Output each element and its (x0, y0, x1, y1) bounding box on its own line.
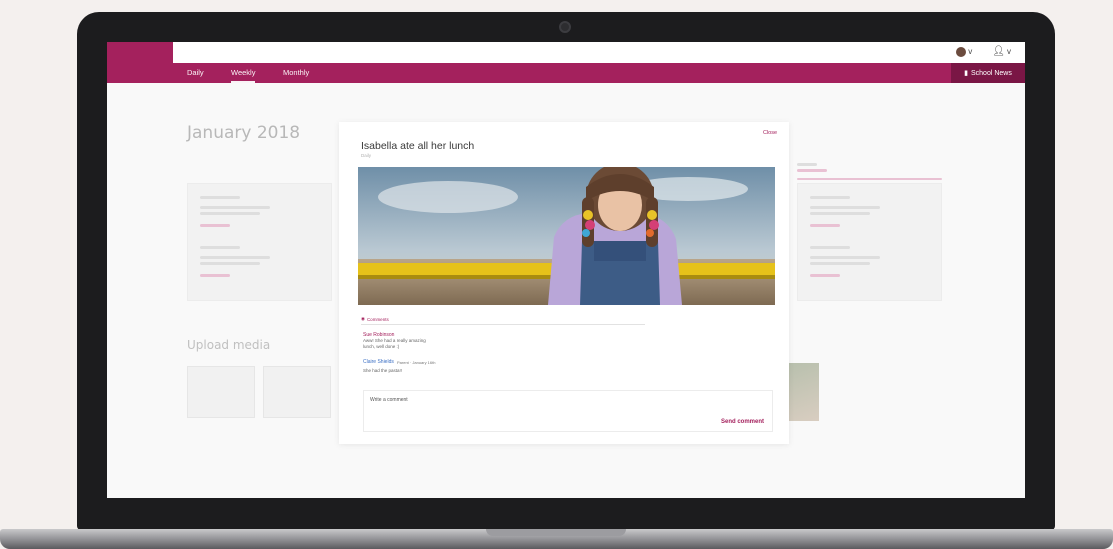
bell-icon: ▮ (964, 70, 968, 77)
send-comment-button[interactable]: Send comment (721, 419, 764, 425)
comment-text: Aww! She had a really amazing (363, 338, 426, 343)
comment-text: She had the pasta!! (363, 368, 403, 373)
upload-photo-tile[interactable] (187, 366, 255, 418)
upload-file-tile[interactable] (263, 366, 331, 418)
chevron-down-icon: v (968, 47, 973, 56)
day-label (797, 163, 817, 166)
day-sub (797, 169, 827, 172)
top-bar: v 👤︎ v (107, 42, 1025, 63)
comments-text: Comments (366, 316, 389, 322)
day-column-card (187, 183, 332, 301)
thumbnail-image (789, 363, 819, 421)
post-photo (358, 167, 775, 305)
camera-icon (559, 21, 571, 33)
comments-divider (361, 324, 645, 325)
chevron-down-icon: v (1007, 47, 1011, 56)
laptop-notch (486, 529, 626, 536)
comment-box: Write a comment Send comment (363, 390, 773, 432)
school-news-button[interactable]: ▮ School News (951, 63, 1025, 83)
day-underline (797, 178, 942, 180)
comments-label: ◉ Comments (361, 316, 389, 322)
month-title: January 2018 (187, 123, 301, 143)
tab-weekly[interactable]: Weekly (231, 68, 256, 83)
comment-author[interactable]: Claire Shields (363, 359, 394, 365)
nav-bar: Daily Weekly Monthly ▮ School News (107, 63, 1025, 83)
upload-media-title: Upload media (187, 338, 271, 352)
comment-meta: Parent · January 16th (397, 360, 436, 365)
speech-bubble-icon: ◉ (361, 316, 365, 321)
user-menu[interactable]: v (956, 46, 973, 57)
avatar (956, 46, 967, 57)
post-title: Isabella ate all her lunch (361, 140, 475, 152)
account-menu[interactable]: 👤︎ v (992, 46, 1011, 57)
tab-monthly[interactable]: Monthly (283, 68, 309, 77)
app-screen: v 👤︎ v Daily Weekly Monthly ▮ School New… (107, 42, 1025, 498)
tab-daily[interactable]: Daily (187, 68, 204, 77)
person-icon: 👤︎ (992, 46, 1005, 57)
child-sandpit-image (358, 167, 775, 305)
post-modal: Close Isabella ate all her lunch Daily ◉… (339, 122, 789, 444)
brand-block (107, 42, 173, 83)
post-subtitle: Daily (361, 153, 372, 158)
comment-input[interactable]: Write a comment (370, 397, 408, 403)
user-controls: v 👤︎ v (956, 46, 1011, 57)
day-column-card (797, 183, 942, 301)
comment-text: lunch, well done :) (363, 344, 400, 349)
close-link[interactable]: Close (763, 130, 777, 136)
school-news-label: School News (971, 69, 1012, 77)
